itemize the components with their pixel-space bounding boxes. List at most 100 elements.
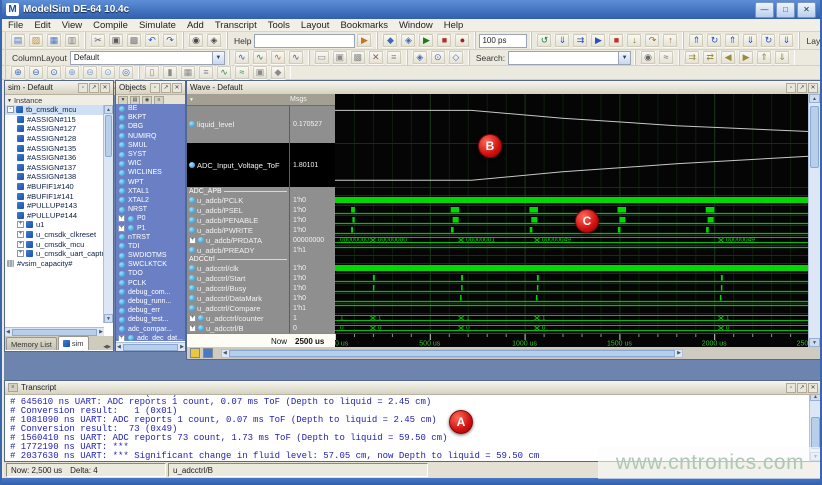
wave-copy-icon[interactable]: ▣	[332, 50, 348, 65]
zoom-in-icon[interactable]: ⊕	[10, 65, 26, 80]
undock-icon[interactable]: ↗	[89, 83, 99, 93]
objects-item[interactable]: BE	[116, 104, 185, 113]
find-next-icon[interactable]: ◈	[206, 33, 222, 48]
wave-delete-icon[interactable]: ✕	[368, 50, 384, 65]
menu-window[interactable]: Window	[399, 20, 433, 31]
wave-signal-name[interactable]: u_adcctrl/DataMark	[187, 293, 290, 303]
title-bar[interactable]: M ModelSim DE-64 10.4c —□✕	[2, 0, 820, 19]
tree-item[interactable]: #ASSIGN#115	[5, 115, 104, 125]
wave-signal-name[interactable]: u_adcb/PCLK	[187, 195, 290, 205]
tree-item[interactable]: #ASSIGN#135	[5, 143, 104, 153]
objects-item[interactable]: TDO	[116, 269, 185, 278]
zoom-out-cursor-icon[interactable]: ⊖	[82, 65, 98, 80]
save-icon[interactable]: ▦	[46, 33, 62, 48]
objects-item[interactable]: PCLK	[116, 279, 185, 288]
collapse-time-icon[interactable]: ⇄	[702, 50, 718, 65]
pan-mode-icon[interactable]: ◇	[448, 50, 464, 65]
compile-icon[interactable]: ◆	[382, 33, 398, 48]
tab-scroll-arrows[interactable]: ◀▶	[101, 344, 113, 350]
lock-cursor-icon[interactable]	[203, 348, 213, 358]
wave-signal-name[interactable]: u_adcb/PSEL	[187, 205, 290, 215]
wave-edit-mode-icon[interactable]: ▣	[252, 65, 268, 80]
menu-tools[interactable]: Tools	[268, 20, 290, 31]
menu-simulate[interactable]: Simulate	[139, 20, 176, 31]
expand-icon[interactable]: +	[189, 315, 196, 322]
wave-paste-icon[interactable]: ▩	[350, 50, 366, 65]
zoom-out-icon[interactable]: ⊖	[28, 65, 44, 80]
dock-pin-icon[interactable]: ▫	[786, 383, 796, 393]
next-falling-edge-icon[interactable]: ⇓	[778, 33, 794, 48]
expand-icon[interactable]: +	[189, 237, 196, 244]
dock-pin-icon[interactable]: ▫	[78, 83, 88, 93]
undo-icon[interactable]: ↶	[144, 33, 160, 48]
transcript-header[interactable]: ≡ Transcript ▫↗✕	[5, 381, 821, 395]
tree-item[interactable]: #BUFIF1#141	[5, 191, 104, 201]
objects-item[interactable]: XTAL1	[116, 187, 185, 196]
add-selected-to-wave-icon[interactable]: ∿	[234, 50, 250, 65]
zoom-full-icon[interactable]: ⊙	[46, 65, 62, 80]
copy-icon[interactable]: ▣	[108, 33, 124, 48]
compile-all-icon[interactable]: ◈	[400, 33, 416, 48]
close-button[interactable]: ✕	[797, 2, 816, 18]
objects-item[interactable]: XTAL2	[116, 196, 185, 205]
tree-item[interactable]: #ASSIGN#137	[5, 163, 104, 173]
scroll-up-arrow[interactable]: ▲	[809, 94, 820, 103]
expand-groups-icon[interactable]: ∿	[216, 65, 232, 80]
wave-signal-name[interactable]: +u_adcctrl/counter	[187, 313, 290, 323]
collapse-icon[interactable]: -	[7, 106, 14, 113]
prev-falling-edge-icon[interactable]: ⇓	[742, 33, 758, 48]
objects-item[interactable]: SWDIOTMS	[116, 251, 185, 260]
tree-item[interactable]: +u_cmsdk_clkreset	[5, 230, 104, 240]
objects-item[interactable]: WIC	[116, 159, 185, 168]
tab-memory-list[interactable]: Memory List	[6, 337, 57, 350]
step-out-icon[interactable]: ↑	[662, 33, 678, 48]
tree-item[interactable]: -tb_cmsdk_mcu	[5, 105, 104, 115]
close-panel-icon[interactable]: ✕	[808, 83, 818, 93]
tree-item[interactable]: #ASSIGN#136	[5, 153, 104, 163]
wave-signal-name[interactable]: liquid_level	[187, 105, 290, 143]
wave-signal-name[interactable]: ADC_Input_Voltage_ToF	[187, 143, 290, 187]
wave-signal-name[interactable]: u_adcb/PWRITE	[187, 225, 290, 235]
find-prev-edge-icon[interactable]: ⇑	[688, 33, 704, 48]
toggle-grid-icon[interactable]: ▦	[180, 65, 196, 80]
scroll-down-arrow[interactable]: ▼	[809, 338, 820, 347]
simulate-opt-icon[interactable]: ■	[436, 33, 452, 48]
add-region-to-wave-icon[interactable]: ∿	[270, 50, 286, 65]
objects-item[interactable]: TDI	[116, 242, 185, 251]
menu-layout[interactable]: Layout	[301, 20, 330, 31]
run-icon[interactable]: ⇓	[554, 33, 570, 48]
insert-cursor-icon[interactable]: ↻	[706, 33, 722, 48]
objects-item[interactable]: BKPT	[116, 113, 185, 122]
objects-item[interactable]: adc_compar...	[116, 325, 185, 334]
last-page-icon[interactable]: ⇓	[774, 50, 790, 65]
menu-file[interactable]: File	[8, 20, 23, 31]
wave-signal-name[interactable]: u_adcb/PREADY	[187, 245, 290, 255]
menu-view[interactable]: View	[62, 20, 82, 31]
scroll-thumb[interactable]	[810, 106, 819, 168]
tab-sim[interactable]: sim	[58, 336, 89, 350]
waveform-canvas[interactable]: 0000000000000000000000010000004900000049…	[335, 94, 810, 347]
minimize-button[interactable]: —	[755, 2, 774, 18]
stop-icon[interactable]: ■	[608, 33, 624, 48]
find-icon[interactable]: ◉	[188, 33, 204, 48]
add-all-to-wave-icon[interactable]: ∿	[288, 50, 304, 65]
objects-item[interactable]: debug_com...	[116, 288, 185, 297]
paste-icon[interactable]: ▩	[126, 33, 142, 48]
dock-pin-icon[interactable]: ▫	[150, 83, 160, 93]
select-mode-icon[interactable]: ◈	[412, 50, 428, 65]
objects-item[interactable]: +P0	[116, 214, 185, 223]
expand-icon[interactable]: +	[118, 225, 125, 232]
dock-pin-icon[interactable]: ▫	[786, 83, 796, 93]
columnlayout-combo[interactable]: Default▼	[70, 51, 225, 65]
break-icon[interactable]: ●	[454, 33, 470, 48]
chevron-down-icon[interactable]: ▼	[618, 52, 630, 64]
full-names-icon[interactable]: ▮	[162, 65, 178, 80]
cut-icon[interactable]: ✂	[90, 33, 106, 48]
wave-signal-name[interactable]: +u_adcctrl/B	[187, 323, 290, 333]
wave-cut-icon[interactable]: ▭	[314, 50, 330, 65]
search-regexp-icon[interactable]: ≈	[658, 50, 674, 65]
zoom-mode-icon[interactable]: ⊙	[430, 50, 446, 65]
step-into-icon[interactable]: ↓	[626, 33, 642, 48]
close-panel-icon[interactable]: ✕	[100, 83, 110, 93]
run-all-icon[interactable]: ⇉	[572, 33, 588, 48]
